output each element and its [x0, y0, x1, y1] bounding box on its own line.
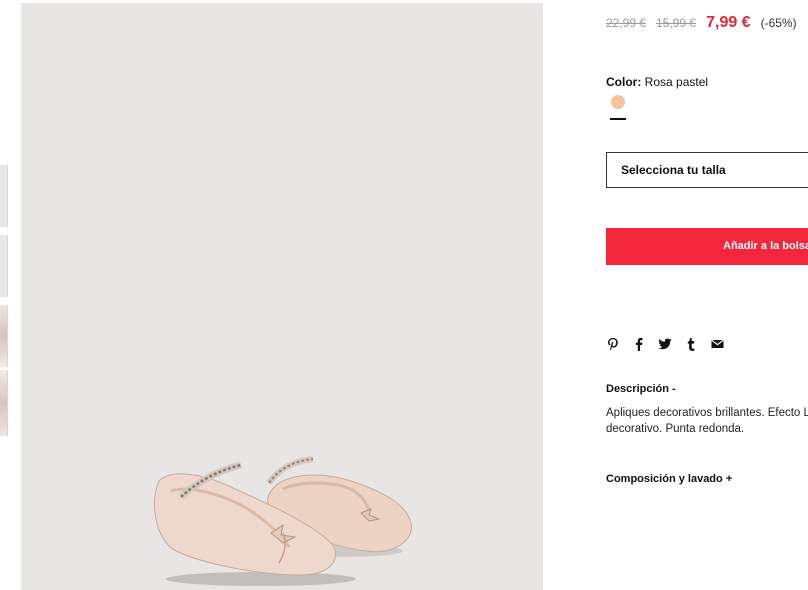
product-main-image[interactable]: [21, 3, 543, 590]
description-text: Apliques decorativos brillantes. Efecto …: [606, 407, 808, 435]
description-toggle-sign: -: [672, 383, 676, 395]
color-swatch-rosa-pastel[interactable]: [611, 95, 625, 109]
color-label-key: Color:: [606, 75, 642, 89]
add-to-bag-button[interactable]: Añadir a la bolsa: [606, 228, 808, 265]
share-row: [606, 337, 724, 351]
add-to-bag-label: Añadir a la bolsa: [723, 240, 808, 252]
price-row: 22,99 € 15,99 € 7,99 € (-65%): [606, 14, 797, 32]
previous-price: 15,99 €: [656, 16, 697, 30]
selected-swatch-indicator: [610, 118, 626, 120]
facebook-icon[interactable]: [632, 337, 646, 351]
thumbnail[interactable]: [0, 305, 8, 367]
original-price: 22,99 €: [606, 16, 647, 30]
composition-toggle[interactable]: Composición y lavado +: [606, 473, 732, 485]
thumbnail[interactable]: [0, 235, 8, 297]
size-select-placeholder: Selecciona tu talla: [621, 163, 726, 177]
twitter-icon[interactable]: [658, 337, 672, 351]
discount-badge: (-65%): [760, 16, 797, 30]
shoes-illustration: [153, 456, 412, 586]
color-value: Rosa pastel: [644, 75, 709, 89]
thumbnail[interactable]: [0, 370, 8, 436]
thumbnail[interactable]: [0, 165, 8, 227]
current-price: 7,99 €: [706, 14, 751, 31]
email-icon[interactable]: [710, 337, 724, 351]
tumblr-icon[interactable]: [684, 337, 698, 351]
color-label: Color: Rosa pastel: [606, 75, 708, 89]
pinterest-icon[interactable]: [606, 337, 620, 351]
composition-title: Composición y lavado: [606, 473, 723, 485]
composition-toggle-sign: +: [725, 473, 733, 485]
size-select[interactable]: Selecciona tu talla: [606, 152, 808, 188]
description-title: Descripción: [606, 383, 669, 395]
description-toggle[interactable]: Descripción -: [606, 383, 676, 395]
